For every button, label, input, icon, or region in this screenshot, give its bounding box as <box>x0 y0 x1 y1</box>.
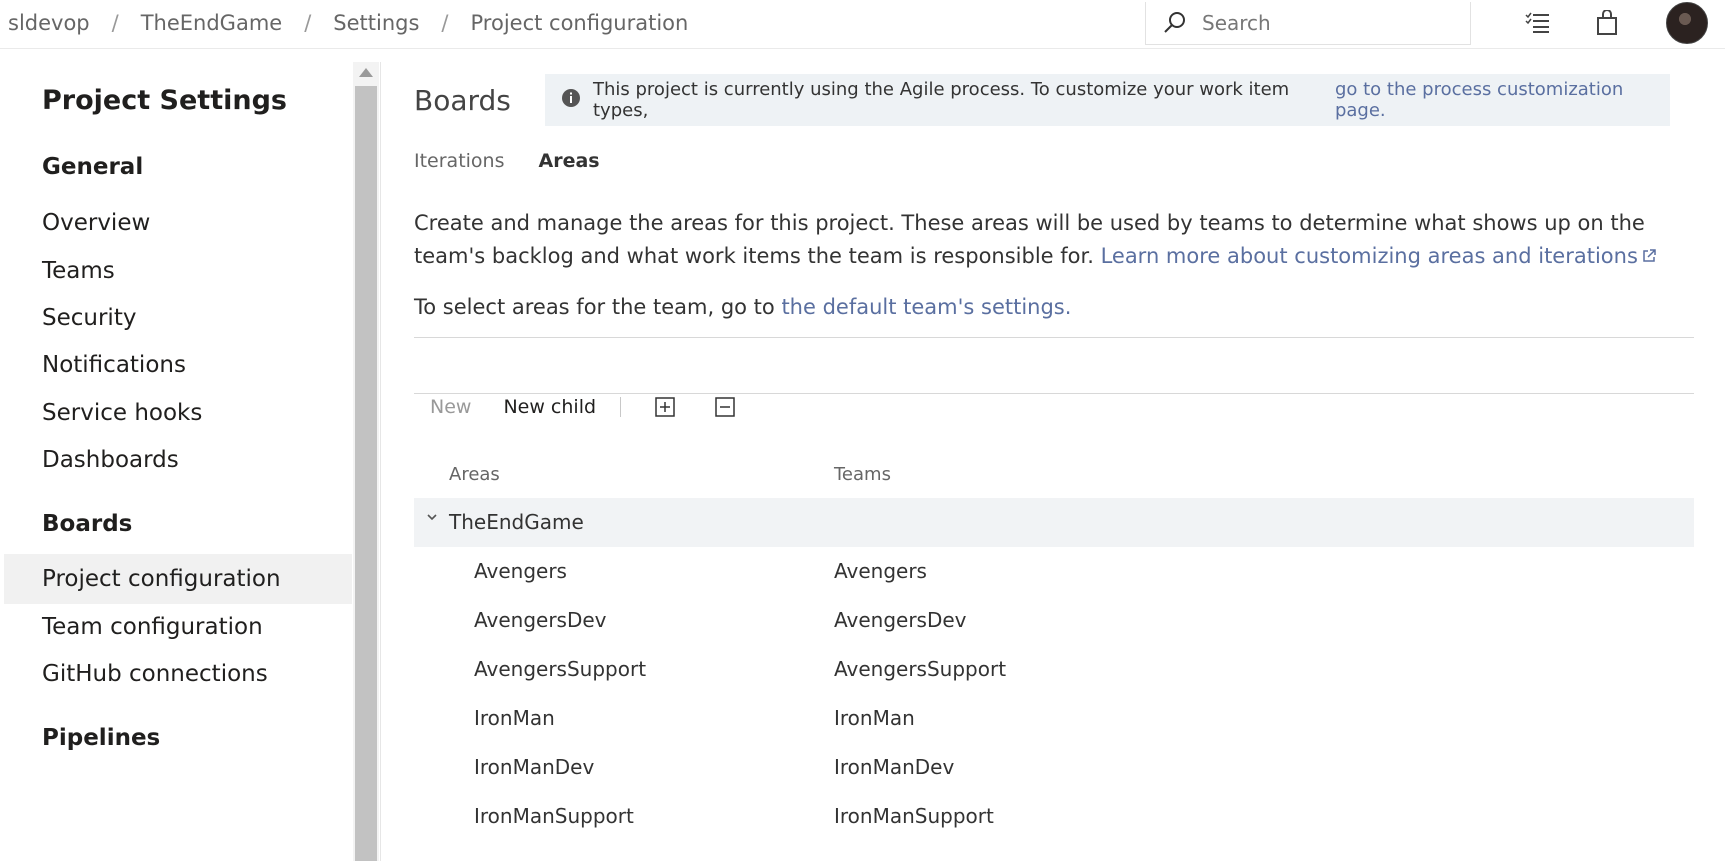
sidebar-item-notifications[interactable]: Notifications <box>4 340 352 390</box>
table-row[interactable]: IronManSupport IronManSupport <box>414 792 1694 841</box>
team-name: IronManDev <box>834 755 955 779</box>
area-name: AvengersSupport <box>474 657 647 681</box>
breadcrumb-project[interactable]: TheEndGame <box>141 11 282 35</box>
sidebar-divider <box>380 62 381 861</box>
breadcrumb-separator: / <box>304 11 312 35</box>
team-name: Avengers <box>834 559 927 583</box>
select-areas-text: To select areas for the team, go to the … <box>414 295 1071 319</box>
search-icon <box>1160 8 1190 38</box>
search-input[interactable] <box>1200 10 1444 36</box>
area-name: Avengers <box>474 559 567 583</box>
shopping-bag-icon[interactable] <box>1590 6 1624 40</box>
team-name: IronMan <box>834 706 915 730</box>
learn-more-link[interactable]: Learn more about customizing areas and i… <box>1101 244 1656 268</box>
chevron-down-icon[interactable] <box>426 508 438 527</box>
new-button[interactable]: New <box>414 396 487 418</box>
area-name: IronMan <box>474 706 555 730</box>
area-name: AvengersDev <box>474 608 607 632</box>
area-name: TheEndGame <box>449 510 584 534</box>
breadcrumb-separator: / <box>111 11 119 35</box>
areas-grid: Areas Teams TheEndGame Avengers Avengers… <box>414 452 1694 841</box>
breadcrumb-page[interactable]: Project configuration <box>471 11 689 35</box>
breadcrumb-settings[interactable]: Settings <box>333 11 419 35</box>
sidebar-section-boards: Boards <box>42 511 133 537</box>
sidebar-item-github-connections[interactable]: GitHub connections <box>4 649 352 699</box>
sidebar-item-teams[interactable]: Teams <box>4 246 352 296</box>
top-bar: sldevop / TheEndGame / Settings / Projec… <box>0 0 1725 49</box>
avatar[interactable] <box>1666 2 1708 44</box>
breadcrumb-separator: / <box>441 11 449 35</box>
breadcrumb: sldevop / TheEndGame / Settings / Projec… <box>8 11 688 35</box>
default-team-settings-link[interactable]: the default team's settings. <box>781 295 1071 319</box>
scrollbar-thumb[interactable] <box>355 86 377 861</box>
tab-areas[interactable]: Areas <box>539 150 600 172</box>
info-text: This project is currently using the Agil… <box>593 79 1290 121</box>
areas-toolbar: New New child <box>414 384 755 430</box>
sidebar-title: Project Settings <box>42 85 287 116</box>
process-customization-link[interactable]: go to the process customization page. <box>1335 79 1670 121</box>
sidebar-item-team-configuration[interactable]: Team configuration <box>4 602 352 652</box>
sidebar-item-security[interactable]: Security <box>4 293 352 343</box>
grid-header: Areas Teams <box>414 452 1694 498</box>
sidebar-item-service-hooks[interactable]: Service hooks <box>4 388 352 438</box>
areas-description: Create and manage the areas for this pro… <box>414 207 1699 273</box>
sidebar-item-dashboards[interactable]: Dashboards <box>4 435 352 485</box>
info-banner: This project is currently using the Agil… <box>545 74 1670 126</box>
task-list-icon[interactable] <box>1521 6 1555 40</box>
learn-more-label: Learn more about customizing areas and i… <box>1100 244 1638 268</box>
table-row[interactable]: IronMan IronMan <box>414 694 1694 743</box>
page-title: Boards <box>414 84 511 117</box>
external-link-icon <box>1643 249 1656 262</box>
select-areas-label: To select areas for the team, go to <box>414 295 782 319</box>
expand-all-icon[interactable] <box>653 395 677 419</box>
tab-iterations[interactable]: Iterations <box>414 150 505 172</box>
table-row-root[interactable]: TheEndGame <box>414 498 1694 547</box>
new-child-button[interactable]: New child <box>487 396 612 418</box>
area-name: IronManSupport <box>474 804 634 828</box>
toolbar-top-divider <box>414 337 1694 338</box>
sidebar-section-pipelines: Pipelines <box>42 725 161 751</box>
sidebar-item-overview[interactable]: Overview <box>4 198 352 248</box>
sidebar-scrollbar[interactable] <box>353 62 379 861</box>
team-name: IronManSupport <box>834 804 994 828</box>
team-name: AvengersDev <box>834 608 967 632</box>
sidebar: Project Settings General Overview Teams … <box>0 62 353 861</box>
team-name: AvengersSupport <box>834 657 1007 681</box>
column-header-teams[interactable]: Teams <box>834 464 891 485</box>
info-icon <box>561 88 581 113</box>
scroll-up-arrow-icon[interactable] <box>359 68 373 77</box>
tab-bar: Iterations Areas <box>414 150 600 172</box>
sidebar-item-project-configuration[interactable]: Project configuration <box>4 554 352 604</box>
table-row[interactable]: AvengersDev AvengersDev <box>414 596 1694 645</box>
area-name: IronManDev <box>474 755 595 779</box>
collapse-all-icon[interactable] <box>713 395 737 419</box>
toolbar-bottom-divider <box>414 393 1694 394</box>
table-row[interactable]: IronManDev IronManDev <box>414 743 1694 792</box>
column-header-areas[interactable]: Areas <box>449 464 500 485</box>
toolbar-separator <box>620 397 622 417</box>
search-box[interactable] <box>1145 2 1471 45</box>
table-row[interactable]: Avengers Avengers <box>414 547 1694 596</box>
breadcrumb-org[interactable]: sldevop <box>8 11 90 35</box>
table-row[interactable]: AvengersSupport AvengersSupport <box>414 645 1694 694</box>
sidebar-section-general: General <box>42 154 144 180</box>
